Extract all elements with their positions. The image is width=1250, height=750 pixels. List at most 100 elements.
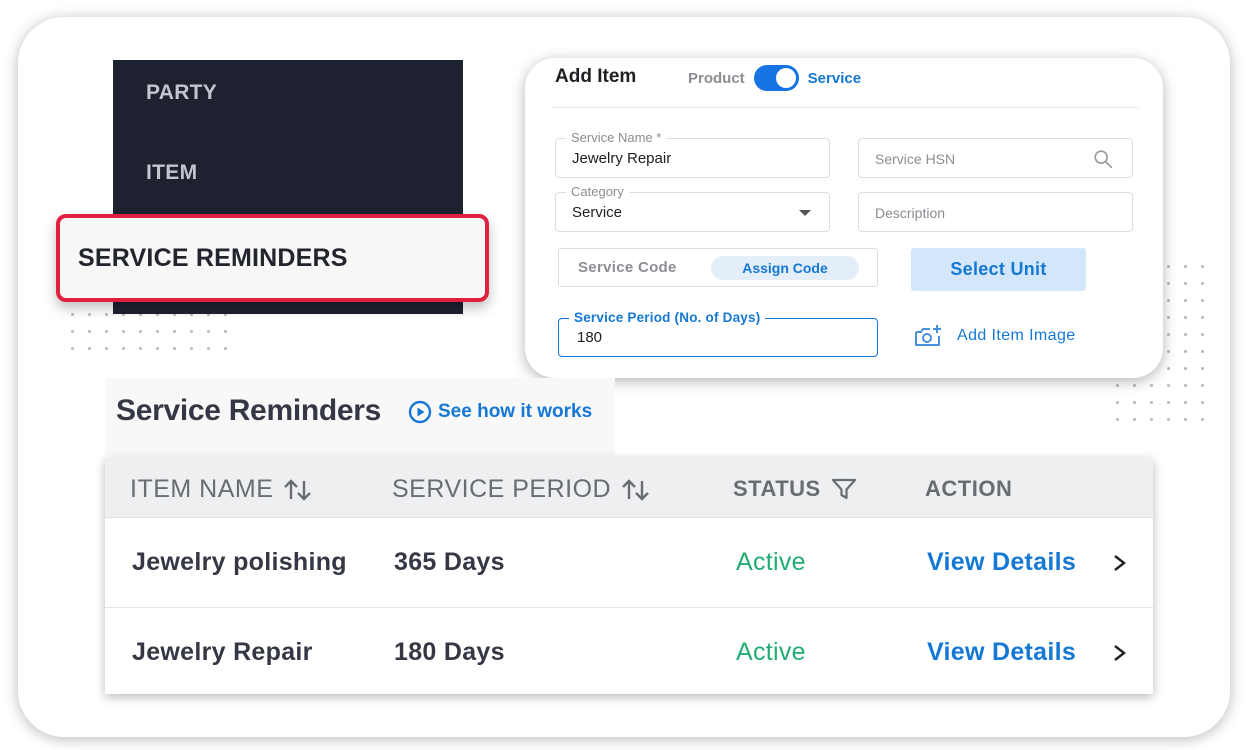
decorative-dot (200, 340, 217, 357)
sidebar-item-label: SERVICE REMINDERS (78, 243, 348, 272)
decorative-dot (81, 323, 98, 340)
column-label: ACTION (925, 476, 1013, 501)
decorative-dot (166, 340, 183, 357)
service-period-field[interactable]: Service Period (No. of Days) 180 (558, 310, 878, 357)
service-reminders-table: ITEM NAME SERVICE PERIOD STATUS ACTION J… (105, 458, 1153, 694)
decorative-dot (1194, 411, 1211, 428)
product-service-toggle-group: Product Service (688, 65, 861, 91)
column-label: STATUS (733, 476, 821, 501)
decorative-dot (1177, 360, 1194, 377)
decorative-dot (1143, 411, 1160, 428)
sort-icon[interactable] (621, 478, 651, 502)
toggle-label-product[interactable]: Product (688, 70, 745, 87)
service-name-label: Service Name * (566, 130, 667, 145)
category-select[interactable]: Category Service (555, 184, 830, 232)
decorative-dot (217, 323, 234, 340)
page-title: Service Reminders (116, 394, 382, 427)
status-badge: Active (736, 548, 806, 576)
card-title: Add Item (555, 66, 637, 87)
decorative-dot (81, 306, 98, 323)
decorative-dot (1194, 275, 1211, 292)
decorative-dot (1177, 292, 1194, 309)
decorative-dot (217, 340, 234, 357)
table-row[interactable]: Jewelry Repair 180 Days Active View Deta… (105, 607, 1153, 697)
decorative-dot (64, 340, 81, 357)
table-header: ITEM NAME SERVICE PERIOD STATUS ACTION (105, 458, 1153, 517)
service-code-field[interactable]: Service Code Assign Code (558, 248, 878, 287)
description-field[interactable]: Description (858, 192, 1133, 232)
see-how-it-works-link[interactable]: See how it works (408, 400, 592, 424)
service-period-cell: 180 Days (394, 638, 505, 666)
add-item-card: Add Item Product Service Service Name * … (525, 58, 1163, 378)
table-row[interactable]: Jewelry polishing 365 Days Active View D… (105, 517, 1153, 607)
product-service-toggle[interactable] (753, 65, 799, 91)
service-hsn-field[interactable]: Service HSN (858, 138, 1133, 178)
filter-icon[interactable] (831, 477, 857, 501)
decorative-dot (183, 340, 200, 357)
decorative-dot (149, 340, 166, 357)
service-hsn-placeholder: Service HSN (875, 151, 956, 167)
chevron-right-icon[interactable] (1112, 553, 1128, 573)
decorative-dot (64, 306, 81, 323)
column-header-service-period[interactable]: SERVICE PERIOD (392, 475, 651, 504)
decorative-dot (1160, 394, 1177, 411)
sidebar-item-party[interactable]: PARTY (146, 81, 217, 105)
add-item-image-button[interactable]: Add Item Image (913, 324, 1076, 348)
assign-code-button[interactable]: Assign Code (711, 256, 859, 280)
decorative-dot (149, 323, 166, 340)
column-header-status[interactable]: STATUS (733, 476, 857, 502)
decorative-dot (1194, 258, 1211, 275)
decorative-dot (1109, 411, 1126, 428)
add-camera-icon (915, 325, 941, 346)
sort-icon[interactable] (283, 478, 313, 502)
status-badge: Active (736, 638, 806, 666)
decorative-dot (1109, 377, 1126, 394)
search-icon[interactable] (1092, 148, 1114, 170)
category-value: Service (572, 204, 623, 221)
category-label: Category (566, 184, 629, 199)
decorative-dot (200, 323, 217, 340)
decorative-dot (98, 323, 115, 340)
decorative-dot (1194, 394, 1211, 411)
decorative-dot (1194, 377, 1211, 394)
chevron-right-icon[interactable] (1112, 643, 1128, 663)
service-period-label: Service Period (No. of Days) (569, 310, 766, 325)
decorative-dot (132, 323, 149, 340)
service-name-field[interactable]: Service Name * Jewelry Repair (555, 130, 830, 178)
select-unit-button[interactable]: Select Unit (911, 248, 1086, 291)
item-name-cell: Jewelry polishing (132, 548, 347, 576)
decorative-dot (1160, 411, 1177, 428)
decorative-dot (1160, 377, 1177, 394)
view-details-link[interactable]: View Details (927, 638, 1076, 667)
decorative-dot (1177, 343, 1194, 360)
decorative-dot (1126, 394, 1143, 411)
column-header-item-name[interactable]: ITEM NAME (130, 475, 313, 504)
decorative-dot (183, 323, 200, 340)
divider (553, 107, 1139, 108)
chevron-down-icon[interactable] (799, 210, 811, 216)
column-label: SERVICE PERIOD (392, 475, 612, 503)
column-header-action: ACTION (925, 476, 1012, 502)
sidebar-item-service-reminders[interactable]: SERVICE REMINDERS (56, 214, 489, 302)
decorative-dot (115, 323, 132, 340)
decorative-dot (1177, 309, 1194, 326)
decorative-dot (98, 340, 115, 357)
sidebar-item-item[interactable]: ITEM (146, 161, 197, 185)
decorative-dot (1194, 326, 1211, 343)
decorative-dot (1177, 411, 1194, 428)
service-name-value: Jewelry Repair (572, 150, 672, 167)
decorative-dot (1177, 326, 1194, 343)
view-details-link[interactable]: View Details (927, 548, 1076, 577)
decorative-dot (115, 340, 132, 357)
service-reminders-header: Service Reminders See how it works (105, 378, 615, 456)
decorative-dot (1177, 394, 1194, 411)
column-label: ITEM NAME (130, 475, 274, 503)
decorative-dot (132, 340, 149, 357)
service-period-value: 180 (577, 329, 603, 346)
description-placeholder: Description (875, 205, 946, 221)
decorative-dot (1177, 275, 1194, 292)
decorative-dot (1126, 377, 1143, 394)
toggle-label-service[interactable]: Service (808, 70, 861, 87)
decorative-dot (1109, 394, 1126, 411)
decorative-dot (1194, 292, 1211, 309)
